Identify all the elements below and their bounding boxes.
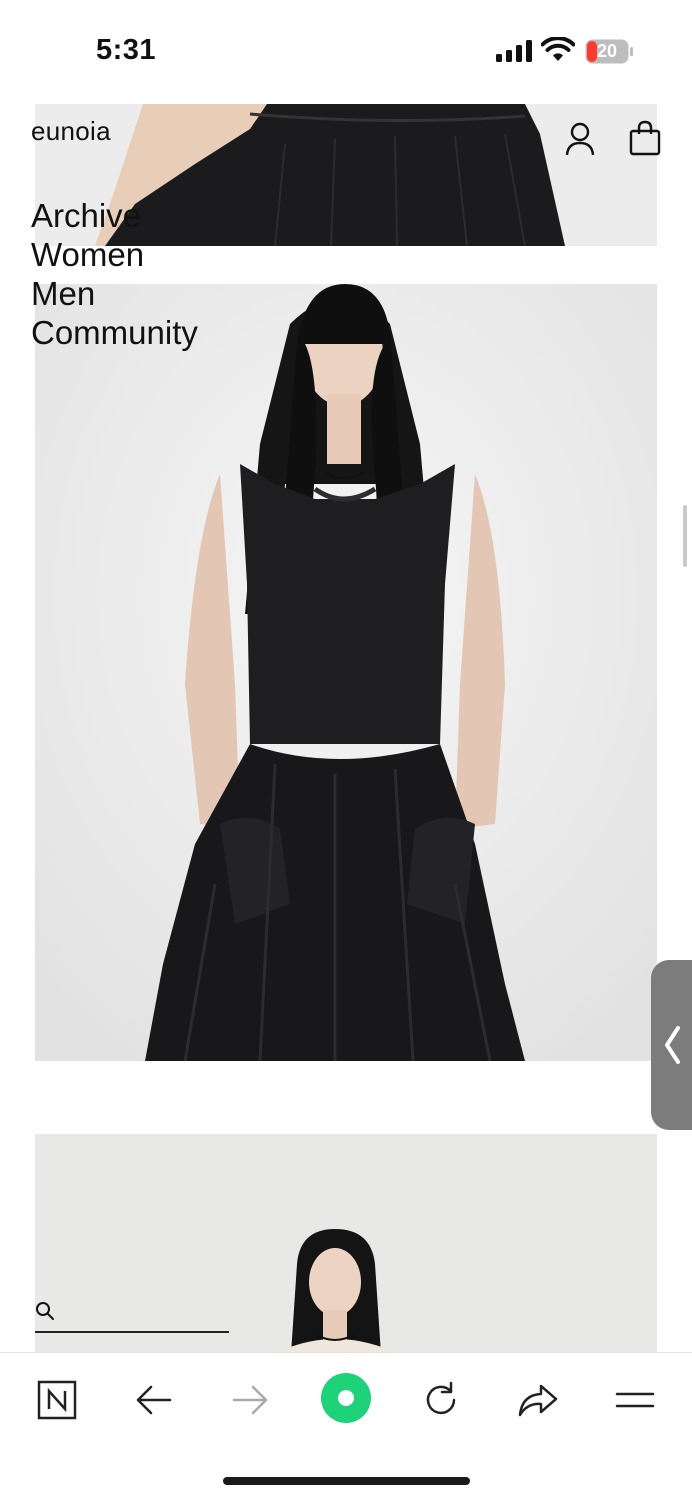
chevron-left-icon — [665, 1026, 680, 1064]
product-image-next[interactable] — [35, 1134, 657, 1352]
forward-button[interactable] — [225, 1375, 275, 1425]
naver-green-dot-button[interactable] — [318, 1370, 374, 1426]
search-input[interactable] — [35, 1331, 229, 1333]
reload-button[interactable] — [416, 1375, 466, 1425]
back-arrow-icon — [136, 1385, 172, 1415]
scrollbar[interactable] — [683, 505, 687, 567]
nav-item-community[interactable]: Community — [31, 313, 198, 352]
nav-item-women[interactable]: Women — [31, 235, 198, 274]
battery-level: 20 — [596, 41, 618, 61]
nav-item-archive[interactable]: Archive — [31, 196, 198, 235]
search-icon[interactable] — [35, 1301, 55, 1321]
main-navigation: Archive Women Men Community — [31, 196, 198, 352]
green-dot-icon — [321, 1373, 371, 1423]
naver-icon — [37, 1380, 77, 1420]
status-time: 5:31 — [96, 34, 157, 66]
shopping-bag-icon[interactable] — [628, 120, 662, 156]
site-logo[interactable]: eunoia — [31, 116, 111, 147]
reload-icon — [426, 1381, 456, 1415]
cellular-signal-icon — [496, 40, 532, 62]
product-image-main[interactable] — [35, 284, 657, 1061]
wifi-icon — [541, 37, 575, 61]
battery-icon: 20 — [585, 39, 633, 64]
page-content[interactable]: eunoia Archive Women Men Community — [0, 100, 692, 1352]
menu-button[interactable] — [610, 1375, 660, 1425]
status-bar: 5:31 20 — [0, 0, 692, 100]
home-indicator[interactable] — [223, 1477, 470, 1485]
naver-home-button[interactable] — [32, 1375, 82, 1425]
back-button[interactable] — [129, 1375, 179, 1425]
menu-icon — [615, 1392, 655, 1408]
share-icon — [518, 1384, 558, 1417]
user-icon[interactable] — [564, 122, 596, 156]
share-button[interactable] — [513, 1375, 563, 1425]
forward-arrow-icon — [232, 1385, 268, 1415]
nav-item-men[interactable]: Men — [31, 274, 198, 313]
side-panel-handle[interactable] — [651, 960, 692, 1130]
